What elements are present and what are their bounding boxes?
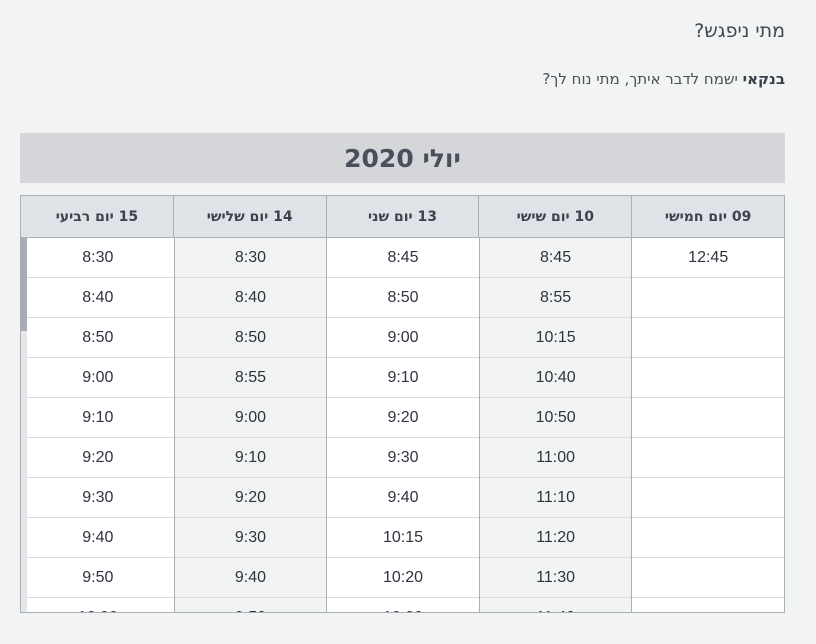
time-slot[interactable]: 8:40 <box>174 278 327 318</box>
time-slot[interactable]: 8:55 <box>174 358 327 398</box>
time-slot[interactable]: 9:20 <box>174 478 327 518</box>
time-slot[interactable]: 9:00 <box>327 318 479 358</box>
time-slot[interactable]: 9:30 <box>22 478 174 518</box>
time-slot[interactable]: 10:40 <box>479 358 632 398</box>
day-header-1: 10 יום שישי <box>478 196 631 237</box>
time-slot[interactable]: 9:40 <box>327 478 479 518</box>
time-slot[interactable]: 9:10 <box>22 398 174 438</box>
day-column-4: 8:308:408:509:009:109:209:309:409:5010:0… <box>21 238 174 613</box>
month-header: יולי 2020 <box>20 133 785 183</box>
day-header-4: 15 יום רביעי <box>55 208 139 225</box>
time-slot[interactable]: 11:00 <box>479 438 632 478</box>
month-label: יולי 2020 <box>344 143 461 173</box>
time-slot[interactable]: 11:20 <box>479 518 632 558</box>
day-column-2: 8:458:509:009:109:209:309:4010:1510:2010… <box>326 238 479 613</box>
time-slot[interactable]: 8:40 <box>22 278 174 318</box>
time-slot[interactable]: 11:30 <box>479 558 632 598</box>
empty-slot <box>632 598 784 612</box>
time-slot[interactable]: 10:30 <box>327 598 479 613</box>
vertical-scrollbar[interactable] <box>21 238 27 612</box>
time-slot[interactable]: 9:10 <box>174 438 327 478</box>
time-slot[interactable]: 8:45 <box>327 238 479 278</box>
day-header-0: 09 יום חמישי <box>631 196 784 237</box>
time-slot[interactable]: 9:50 <box>175 598 327 613</box>
time-slot[interactable]: 9:20 <box>22 438 174 478</box>
subtitle-text: ישמח לדבר איתך, מתי נוח לך? <box>542 70 743 88</box>
time-slot[interactable]: 9:30 <box>174 518 327 558</box>
day-header-2: 13 יום שני <box>325 196 479 237</box>
organization-name: בנקאי <box>742 70 785 88</box>
empty-slot <box>632 318 784 358</box>
day-header-row: 09 יום חמישי 10 יום שישי 13 יום שני 14 יום … <box>21 196 784 238</box>
time-slot[interactable]: 9:00 <box>174 398 327 438</box>
time-slot[interactable]: 8:55 <box>479 278 632 318</box>
time-slot[interactable]: 9:40 <box>174 558 327 598</box>
time-slot[interactable]: 9:30 <box>327 438 479 478</box>
day-header-3: 14 יום שלישי <box>172 196 326 237</box>
time-slot[interactable]: 10:15 <box>479 318 632 358</box>
scrollbar-thumb[interactable] <box>21 238 27 331</box>
empty-slot <box>632 358 784 398</box>
day-column-0: 12:45 <box>631 238 784 612</box>
day-column-3: 8:308:408:508:559:009:109:209:309:409:50 <box>173 238 327 613</box>
day-column-1: 8:45 8:55 10:15 10:40 10:50 11:00 11:10 11:20 11… <box>478 238 632 613</box>
time-slots-body[interactable]: 12:45 8:45 8:55 10:15 10:40 10:50 11:00 11:10 11… <box>21 238 784 613</box>
empty-slot <box>632 558 784 598</box>
page-subtitle: בנקאי ישמח לדבר איתך, מתי נוח לך? <box>542 70 785 88</box>
availability-table: 09 יום חמישי 10 יום שישי 13 יום שני 14 יום … <box>20 195 785 613</box>
empty-slot <box>632 398 784 438</box>
empty-slot <box>632 438 784 478</box>
time-slot[interactable]: 9:40 <box>22 518 174 558</box>
empty-slot <box>632 518 784 558</box>
scheduling-page: מתי ניפגש? בנקאי ישמח לדבר איתך, מתי נוח… <box>0 0 816 644</box>
time-slot[interactable]: 9:20 <box>327 398 479 438</box>
time-slot[interactable]: 10:50 <box>479 398 632 438</box>
page-title: מתי ניפגש? <box>694 20 785 42</box>
time-slot[interactable]: 11:40 <box>480 598 632 613</box>
time-slot[interactable]: 12:45 <box>632 238 784 278</box>
time-slot[interactable]: 10:15 <box>327 518 479 558</box>
time-slot[interactable]: 8:50 <box>327 278 479 318</box>
time-slot[interactable]: 9:00 <box>22 358 174 398</box>
time-slot[interactable]: 8:30 <box>22 238 174 278</box>
time-slot[interactable]: 8:30 <box>174 238 327 278</box>
time-slot[interactable]: 11:10 <box>479 478 632 518</box>
time-slot[interactable]: 8:50 <box>174 318 327 358</box>
time-slot[interactable]: 9:50 <box>22 558 174 598</box>
empty-slot <box>632 478 784 518</box>
time-slot[interactable]: 10:00 <box>22 598 174 613</box>
empty-slot <box>632 278 784 318</box>
time-slot[interactable]: 8:45 <box>479 238 632 278</box>
time-slot[interactable]: 10:20 <box>327 558 479 598</box>
time-slot[interactable]: 8:50 <box>22 318 174 358</box>
time-slot[interactable]: 9:10 <box>327 358 479 398</box>
